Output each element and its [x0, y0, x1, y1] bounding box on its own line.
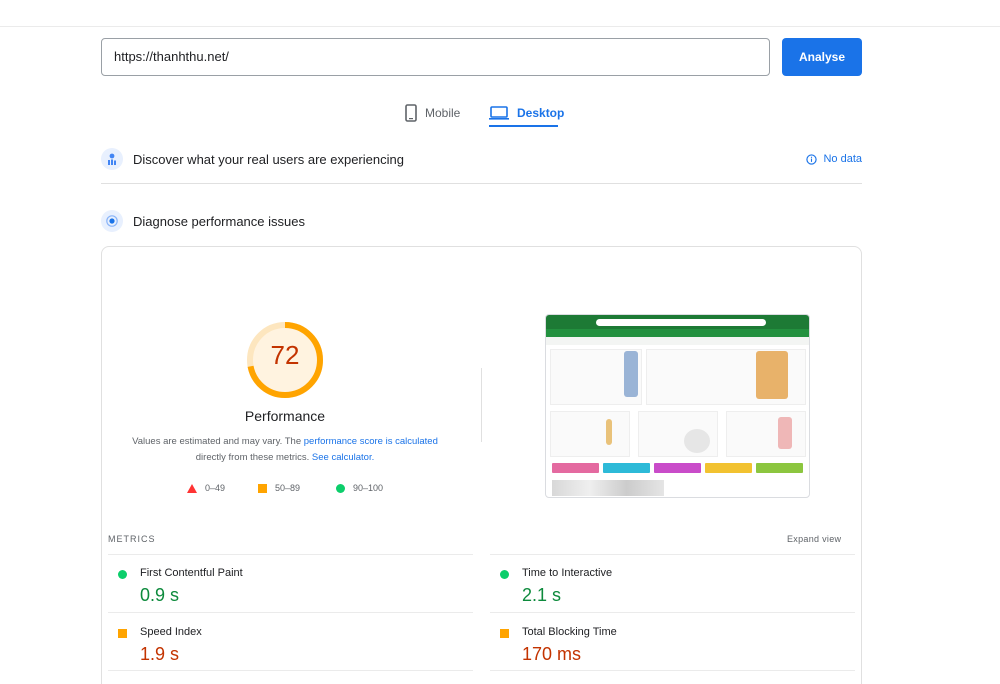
- thumb-strip: [654, 463, 701, 473]
- triangle-icon: [187, 483, 197, 493]
- thumb-nav: [546, 329, 809, 337]
- users-icon: [101, 148, 123, 170]
- square-icon: [258, 483, 267, 493]
- thumb-product: [606, 419, 612, 445]
- score-calculated-link[interactable]: performance score is calculated: [304, 436, 438, 447]
- analyse-button[interactable]: Analyse: [782, 38, 862, 76]
- thumb-subnav: [546, 337, 809, 345]
- tab-mobile-label: Mobile: [425, 106, 461, 120]
- mobile-icon: [405, 104, 417, 122]
- metric-name: Speed Index: [140, 626, 202, 638]
- metric-tbt: Total Blocking Time 170 ms: [490, 616, 850, 674]
- metrics-section-title: METRICS: [108, 534, 156, 544]
- thumb-product: [756, 351, 788, 399]
- desktop-icon: [489, 106, 509, 120]
- thumb-panel: [550, 411, 630, 457]
- active-tab-indicator: [489, 125, 558, 127]
- diagnose-icon: [101, 210, 123, 232]
- tab-mobile[interactable]: Mobile: [405, 99, 460, 127]
- field-data-header: Discover what your real users are experi…: [101, 141, 862, 177]
- legend-average-label: 50–89: [275, 483, 301, 493]
- metric-divider: [490, 554, 855, 555]
- metric-tti: Time to Interactive 2.1 s: [490, 557, 850, 615]
- section-divider: [101, 183, 862, 184]
- metric-fcp: First Contentful Paint 0.9 s: [108, 557, 468, 615]
- thumb-strip: [756, 463, 803, 473]
- legend-poor: 0–49: [187, 481, 225, 495]
- average-icon: [500, 629, 509, 638]
- tab-desktop-label: Desktop: [517, 106, 565, 120]
- metric-speed-index: Speed Index 1.9 s: [108, 616, 468, 674]
- thumb-strip: [603, 463, 650, 473]
- thumb-footer: [552, 480, 664, 496]
- metric-value: 170 ms: [522, 644, 582, 664]
- no-data-link[interactable]: No data: [806, 141, 862, 177]
- info-icon: [806, 153, 818, 165]
- top-divider: [0, 26, 1000, 27]
- note-middle: directly from these metrics.: [195, 452, 312, 463]
- thumb-strip: [705, 463, 752, 473]
- metric-name: Total Blocking Time: [522, 626, 617, 638]
- expand-view-button[interactable]: Expand view: [787, 534, 841, 544]
- performance-note: Values are estimated and may vary. The p…: [125, 434, 445, 466]
- tab-desktop[interactable]: Desktop: [489, 99, 564, 127]
- url-input[interactable]: https://thanhthu.net/: [101, 38, 770, 76]
- thumb-product: [624, 351, 638, 397]
- metric-divider: [108, 554, 473, 555]
- thumb-search-bar: [596, 319, 766, 326]
- legend-good-label: 90–100: [353, 483, 384, 493]
- note-prefix: Values are estimated and may vary. The: [132, 436, 304, 447]
- legend-poor-label: 0–49: [205, 483, 226, 493]
- lab-data-header: Diagnose performance issues: [101, 203, 862, 239]
- average-icon: [118, 629, 127, 638]
- metric-value: 0.9 s: [140, 585, 180, 605]
- legend-good: 90–100: [336, 481, 383, 495]
- no-data-label: No data: [823, 153, 862, 165]
- metric-value: 2.1 s: [522, 585, 562, 605]
- card-vertical-divider: [481, 368, 482, 442]
- thumb-product: [778, 417, 792, 449]
- thumb-panel: [726, 411, 806, 457]
- good-icon: [500, 570, 509, 579]
- performance-score: 72: [270, 340, 300, 370]
- circle-icon: [336, 483, 345, 493]
- field-data-title: Discover what your real users are experi…: [133, 151, 404, 167]
- metric-name: First Contentful Paint: [140, 567, 243, 579]
- metric-name: Time to Interactive: [522, 567, 613, 579]
- metric-value: 1.9 s: [140, 644, 180, 664]
- lab-data-title: Diagnose performance issues: [133, 213, 305, 229]
- page-screenshot-thumbnail: [545, 314, 810, 498]
- good-icon: [118, 570, 127, 579]
- performance-label: Performance: [244, 408, 326, 424]
- legend-average: 50–89: [258, 481, 300, 495]
- thumb-product: [684, 429, 710, 453]
- thumb-strip: [552, 463, 599, 473]
- see-calculator-link[interactable]: See calculator.: [312, 452, 374, 463]
